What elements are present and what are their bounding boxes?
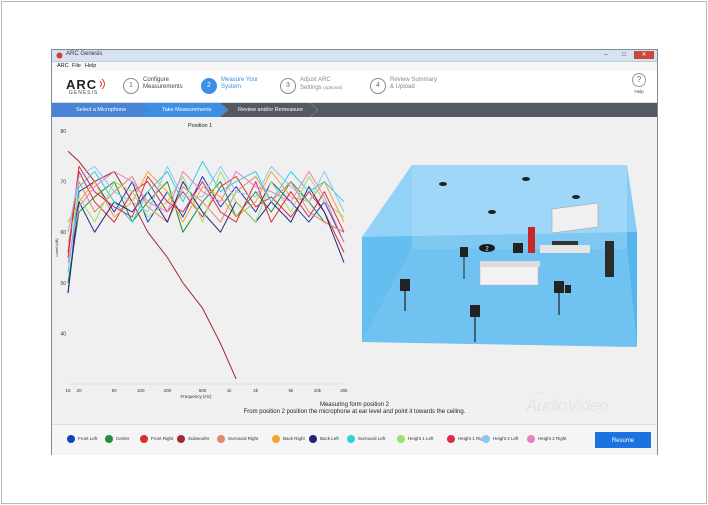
y-tick-label: 70 bbox=[60, 180, 66, 186]
watermark: AudioVideo bbox=[526, 396, 608, 415]
surround-left-speaker bbox=[400, 279, 410, 291]
legend-dot-icon bbox=[272, 435, 280, 443]
step-4-number: 4 bbox=[370, 78, 386, 94]
sound-waves-icon bbox=[99, 78, 105, 90]
legend-dot-icon bbox=[140, 435, 148, 443]
y-tick-label: 60 bbox=[60, 230, 66, 236]
legend-label: Center bbox=[116, 436, 130, 441]
x-tick-label: 2k bbox=[253, 388, 259, 393]
step-2-number: 2 bbox=[201, 78, 217, 94]
maximize-button[interactable]: □ bbox=[616, 51, 632, 59]
series-line-subwoofer bbox=[67, 150, 237, 380]
help-button[interactable]: ? Help bbox=[629, 73, 649, 94]
legend-label: Height 2 Left bbox=[493, 436, 519, 441]
step-3-number: 3 bbox=[280, 78, 296, 94]
subtab-select-microphone[interactable]: Select a Microphone bbox=[76, 103, 126, 117]
legend-label: Back Right bbox=[283, 436, 305, 441]
step-1-number: 1 bbox=[123, 78, 139, 94]
surround-right-speaker bbox=[554, 281, 564, 293]
subtab-review-remeasure[interactable]: Review and/or Remeasure bbox=[238, 103, 303, 117]
legend-dot-icon bbox=[67, 435, 75, 443]
legend-label: Back Left bbox=[320, 436, 339, 441]
legend-dot-icon bbox=[527, 435, 535, 443]
logo-subtext: GENESIS bbox=[69, 90, 99, 96]
x-tick-label: 100 bbox=[137, 388, 145, 393]
help-icon: ? bbox=[632, 73, 646, 87]
x-tick-label: 50 bbox=[112, 388, 118, 393]
x-tick-label: 1k bbox=[227, 388, 233, 393]
legend-dot-icon bbox=[309, 435, 317, 443]
menu-help[interactable]: Help bbox=[85, 63, 96, 69]
measurement-content: Position 1 80 70 60 50 40 15 20 50 100 200 500 1k 2k… bbox=[52, 117, 657, 401]
back-left-speaker bbox=[470, 305, 480, 317]
y-tick-label: 80 bbox=[60, 129, 66, 135]
legend-bar: Front Left Center Front Right Subwoofer Surr… bbox=[52, 424, 657, 455]
close-button[interactable]: ✕ bbox=[634, 51, 654, 59]
legend-label: Front Left bbox=[78, 436, 98, 441]
step-adjust[interactable]: 3 Adjust ARC Settings (optional) bbox=[280, 76, 360, 98]
frequency-response-chart: 80 70 60 50 40 15 20 50 100 200 500 1k 2k 5k 10k 20k Fre… bbox=[54, 129, 348, 399]
help-label: Help bbox=[634, 89, 644, 94]
step-2-label: Measure Your System bbox=[221, 77, 259, 90]
legend-label: Surround Right bbox=[228, 436, 259, 441]
y-tick-label: 50 bbox=[60, 281, 66, 287]
app-icon bbox=[56, 52, 63, 59]
front-left-speaker bbox=[528, 227, 535, 253]
app-window: ARC Genesis – □ ✕ ARC File Help ARC GENE… bbox=[51, 49, 658, 455]
sofa bbox=[479, 264, 539, 286]
y-axis-label: Level (dB) bbox=[54, 238, 59, 257]
step-measure[interactable]: 2 Measure Your System bbox=[201, 76, 281, 98]
ceiling-speaker-4 bbox=[572, 195, 580, 199]
step-review[interactable]: 4 Review Summary & Upload bbox=[370, 76, 460, 98]
legend-label: Surround Left bbox=[358, 436, 386, 441]
title-bar: ARC Genesis – □ ✕ bbox=[52, 50, 657, 62]
legend-label: Height 1 Left bbox=[408, 436, 434, 441]
x-tick-label: 20k bbox=[340, 388, 348, 393]
legend-dot-icon bbox=[447, 435, 455, 443]
back-right-speaker bbox=[565, 285, 571, 293]
room-diagram: 2 bbox=[362, 165, 637, 347]
legend-dot-icon bbox=[105, 435, 113, 443]
subtab-arrows bbox=[52, 103, 319, 117]
sofa-back bbox=[480, 261, 540, 267]
x-tick-label: 10k bbox=[314, 388, 322, 393]
step-3-label: Adjust ARC Settings (optional) bbox=[300, 77, 343, 91]
x-tick-label: 200 bbox=[164, 388, 172, 393]
tv-console bbox=[540, 245, 590, 253]
step-configure[interactable]: 1 Configure Measurements bbox=[123, 76, 203, 98]
resume-button[interactable]: Resume bbox=[595, 432, 651, 448]
ceiling-speaker-3 bbox=[488, 210, 496, 214]
wizard-header: ARC GENESIS 1 Configure Measurements 2 Me… bbox=[52, 71, 657, 103]
step-1-label: Configure Measurements bbox=[143, 77, 183, 90]
window-title: ARC Genesis bbox=[66, 51, 103, 57]
ceiling-speaker-1 bbox=[439, 182, 447, 186]
legend-dot-icon bbox=[397, 435, 405, 443]
x-tick-label: 5k bbox=[288, 388, 294, 393]
x-axis-label: Frequency (Hz) bbox=[180, 394, 212, 399]
legend-dot-icon bbox=[347, 435, 355, 443]
minimize-button[interactable]: – bbox=[598, 51, 614, 59]
legend-dot-icon bbox=[482, 435, 490, 443]
legend-dot-icon bbox=[177, 435, 185, 443]
x-tick-label: 500 bbox=[199, 388, 207, 393]
legend-label: Front Right bbox=[151, 436, 174, 441]
menu-file[interactable]: File bbox=[72, 63, 81, 69]
height-speaker-left bbox=[460, 247, 468, 257]
subwoofer-speaker bbox=[513, 243, 523, 253]
legend-label: Height 2 Right bbox=[538, 436, 567, 441]
x-tick-label: 15 bbox=[65, 388, 71, 393]
front-right-speaker bbox=[605, 241, 614, 277]
menu-bar: ARC File Help bbox=[52, 62, 657, 71]
x-tick-label: 20 bbox=[77, 388, 83, 393]
subtab-take-measurements[interactable]: Take Measurements bbox=[162, 103, 212, 117]
y-tick-label: 40 bbox=[60, 331, 66, 337]
legend-dot-icon bbox=[217, 435, 225, 443]
ceiling-speaker-2 bbox=[522, 177, 530, 181]
watermark-small: salon bbox=[534, 390, 544, 395]
legend-label: Subwoofer bbox=[188, 436, 210, 441]
step-4-label: Review Summary & Upload bbox=[390, 77, 438, 90]
menu-arc[interactable]: ARC bbox=[57, 63, 69, 69]
arc-genesis-logo: ARC GENESIS bbox=[66, 76, 105, 96]
subtab-bar: Select a Microphone Take Measurements Re… bbox=[52, 103, 657, 117]
